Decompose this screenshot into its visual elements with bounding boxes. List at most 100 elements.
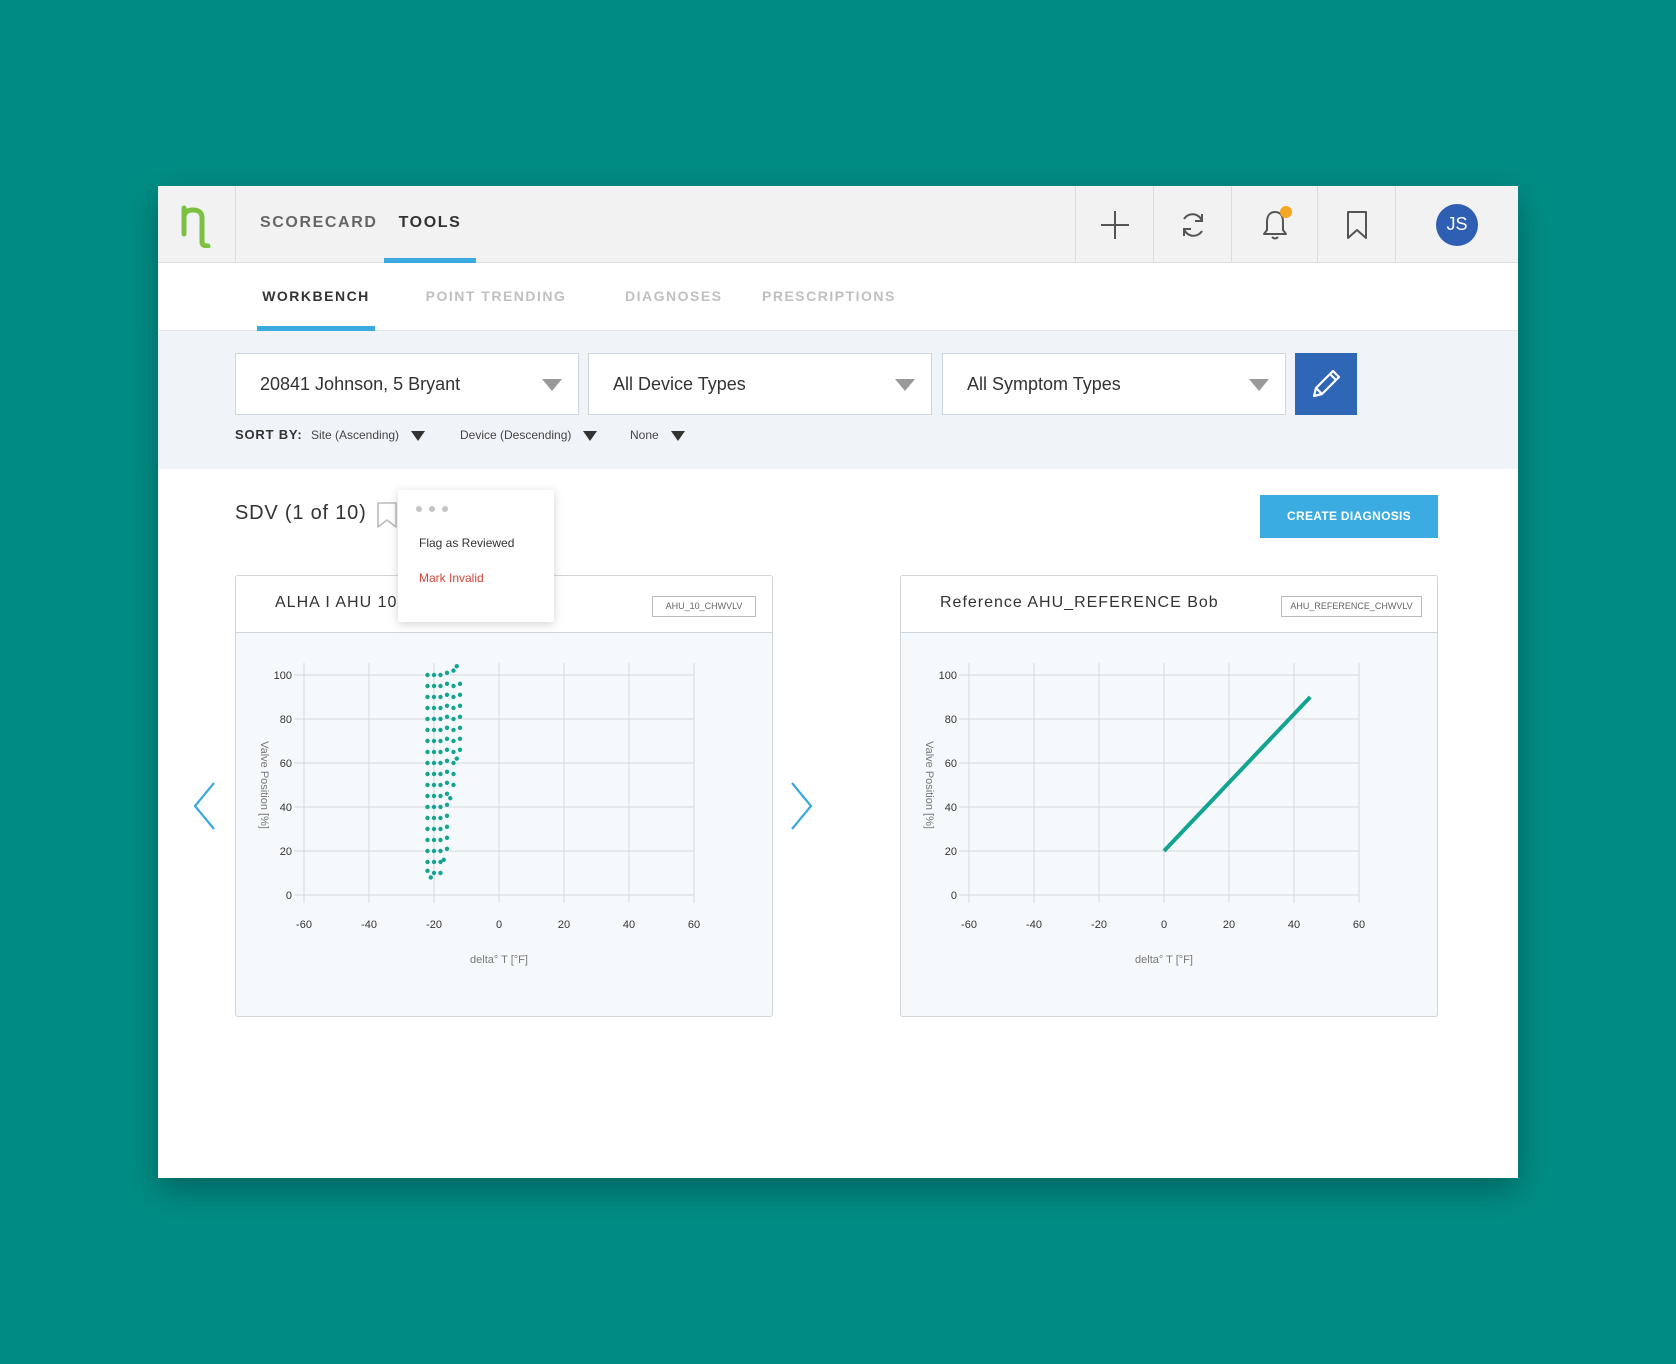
data-point — [425, 727, 430, 733]
data-point — [431, 705, 437, 711]
data-point — [438, 760, 443, 766]
data-point — [444, 670, 450, 675]
bookmarks-button[interactable] — [1317, 186, 1395, 263]
data-point — [444, 791, 450, 796]
data-point — [457, 714, 463, 719]
data-point — [438, 727, 443, 733]
tab-diagnoses[interactable]: DIAGNOSES — [625, 263, 721, 331]
data-point — [444, 681, 450, 686]
card-title: ALHA I AHU 10 — [275, 594, 398, 611]
data-point — [431, 826, 437, 832]
data-point — [425, 760, 430, 766]
next-arrow-icon[interactable] — [790, 781, 814, 831]
data-point — [444, 703, 450, 708]
previous-arrow-icon[interactable] — [192, 781, 216, 831]
logo[interactable] — [158, 186, 236, 263]
data-point — [441, 857, 446, 862]
data-point — [444, 725, 450, 730]
data-point — [431, 848, 437, 854]
data-point — [428, 875, 433, 880]
data-point — [431, 870, 437, 876]
data-point — [438, 683, 443, 689]
data-point — [438, 815, 443, 821]
y-tick-label: 20 — [280, 846, 292, 858]
data-point — [431, 683, 437, 689]
site-select[interactable]: 20841 Johnson, 5 Bryant — [235, 353, 579, 415]
data-point — [431, 804, 437, 810]
plus-icon — [1100, 210, 1129, 239]
symptom-type-select[interactable]: All Symptom Types — [942, 353, 1286, 415]
refresh-button[interactable] — [1153, 186, 1231, 263]
x-tick-label: -40 — [361, 919, 377, 931]
x-tick-label: 20 — [1223, 919, 1235, 931]
sort-device-dropdown[interactable]: Device (Descending) — [460, 428, 598, 442]
add-button[interactable] — [1075, 186, 1153, 263]
x-tick-label: -20 — [426, 919, 442, 931]
data-point — [444, 780, 450, 785]
line-chart: -60 -40 -20 0 20 40 60 0 20 40 60 80 100 delta° T [°F… — [923, 663, 1365, 966]
sort-by-label: SORT BY: — [235, 427, 303, 442]
data-point — [431, 694, 437, 700]
data-point — [438, 771, 443, 777]
data-point — [454, 664, 459, 669]
tab-tools-label: TOOLS — [398, 214, 462, 231]
data-point — [451, 727, 456, 733]
notifications-button[interactable] — [1231, 186, 1317, 263]
data-point — [457, 703, 463, 708]
tab-tools[interactable]: TOOLS — [384, 186, 476, 263]
x-tick-label: 40 — [623, 919, 635, 931]
create-diagnosis-button[interactable]: CREATE DIAGNOSIS — [1260, 495, 1438, 538]
card-header: Reference AHU_REFERENCE Bob AHU_REFERENC… — [901, 576, 1437, 633]
sort-site-label: Site (Ascending) — [311, 428, 400, 442]
sort-none-label: None — [630, 428, 659, 442]
data-point — [431, 771, 437, 777]
sort-site-dropdown[interactable]: Site (Ascending) — [311, 428, 426, 442]
more-icon[interactable] — [416, 506, 448, 512]
tab-workbench[interactable]: WORKBENCH — [257, 263, 375, 331]
tab-scorecard-label: SCORECARD — [260, 214, 378, 231]
data-point — [444, 692, 450, 697]
data-point — [431, 837, 437, 843]
data-point — [457, 681, 463, 686]
y-tick-label: 40 — [945, 802, 957, 814]
overflow-menu: Flag as Reviewed Mark Invalid — [398, 490, 554, 622]
data-point — [451, 738, 456, 744]
y-tick-label: 0 — [951, 890, 957, 902]
flag-reviewed-menu-item[interactable]: Flag as Reviewed — [419, 536, 514, 550]
x-tick-label: -60 — [296, 919, 312, 931]
data-point — [457, 692, 463, 697]
data-point — [451, 760, 456, 766]
tab-prescriptions[interactable]: PRESCRIPTIONS — [762, 263, 894, 331]
bookmark-icon[interactable] — [376, 501, 398, 529]
data-point — [425, 716, 430, 722]
data-point — [431, 727, 437, 733]
avatar: JS — [1436, 203, 1478, 246]
pencil-icon — [1312, 369, 1341, 398]
y-axis-label: Valve Position [%] — [258, 741, 270, 829]
data-point — [425, 859, 430, 865]
mark-invalid-menu-item[interactable]: Mark Invalid — [419, 571, 484, 585]
y-tick-label: 0 — [286, 890, 292, 902]
x-tick-label: -20 — [1091, 919, 1107, 931]
data-point — [425, 848, 430, 854]
data-point — [444, 714, 450, 719]
point-tag: AHU_REFERENCE_CHWVLV — [1281, 596, 1422, 617]
tab-scorecard[interactable]: SCORECARD — [260, 186, 376, 263]
user-menu[interactable]: JS — [1395, 186, 1518, 263]
data-point — [438, 837, 443, 843]
y-tick-label: 80 — [280, 714, 292, 726]
chart-card-right: Reference AHU_REFERENCE Bob AHU_REFERENC… — [900, 575, 1438, 1017]
y-tick-label: 80 — [945, 714, 957, 726]
data-point — [438, 826, 443, 832]
data-point — [451, 668, 456, 673]
x-tick-label: 60 — [1353, 919, 1365, 931]
tab-point-trending-tool[interactable]: POINT TRENDING TOOL — [408, 263, 584, 370]
data-point — [425, 868, 430, 873]
edit-button[interactable] — [1295, 353, 1357, 415]
data-point — [425, 782, 430, 788]
point-tag: AHU_10_CHWVLV — [652, 596, 756, 617]
device-type-select[interactable]: All Device Types — [588, 353, 932, 415]
sort-none-dropdown[interactable]: None — [630, 428, 685, 442]
x-tick-label: 40 — [1288, 919, 1300, 931]
y-tick-label: 20 — [945, 846, 957, 858]
